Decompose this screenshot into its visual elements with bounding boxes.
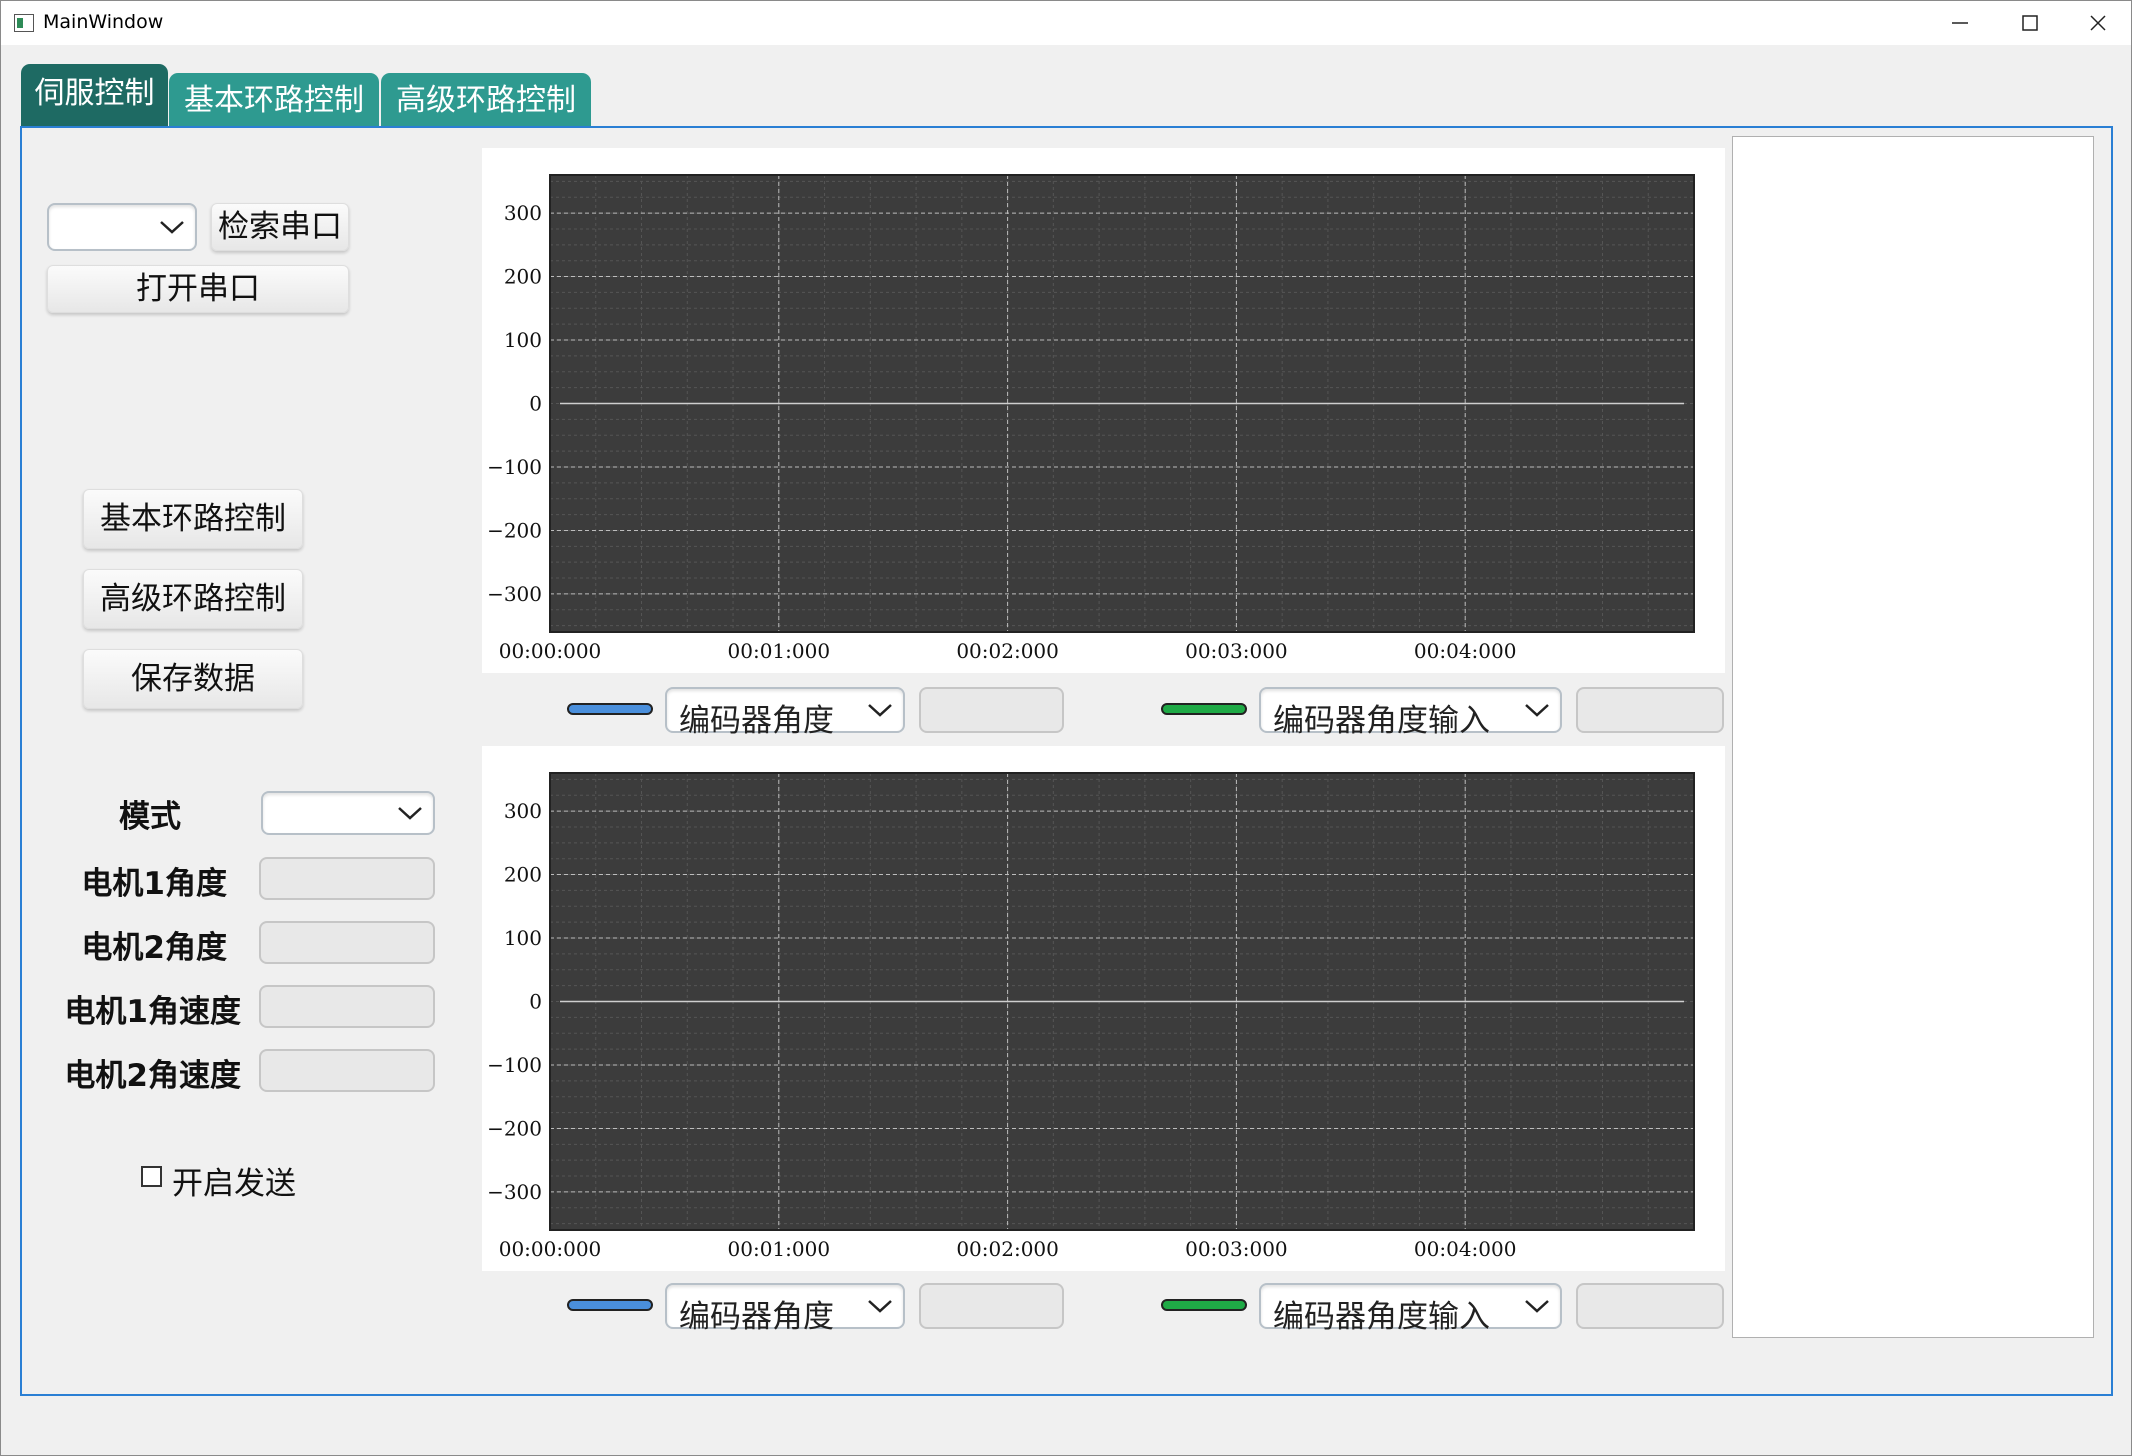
series2-select[interactable]: 编码器角度输入	[1259, 1283, 1562, 1335]
tab-servo-control[interactable]: 伺服控制	[21, 64, 168, 126]
series2-select-value: 编码器角度输入	[1273, 1299, 1490, 1335]
series2-legend-swatch	[1161, 1299, 1247, 1311]
y-tick-label: 300	[504, 799, 542, 823]
minimize-icon	[1952, 22, 1968, 24]
basic-loop-control-button[interactable]: 基本环路控制	[83, 489, 303, 549]
series1-select[interactable]: 编码器角度	[665, 1283, 905, 1335]
x-tick-label: 00:00:000	[499, 1237, 602, 1261]
x-tick-label: 00:02:000	[956, 639, 1059, 663]
tab-basic-loop-control[interactable]: 基本环路控制	[169, 73, 379, 126]
chart-top-svg: 00:00:000 00:01:000 00:02:000 00:03:000 00:0…	[487, 174, 1695, 663]
chevron-down-icon	[868, 704, 892, 717]
y-tick-label: −200	[487, 518, 542, 542]
mode-label: 模式	[119, 799, 181, 835]
x-tick-label: 00:03:000	[1185, 639, 1288, 663]
maximize-icon	[2022, 15, 2038, 31]
chart-bottom: 00:00:000 00:01:000 00:02:000 00:03:000 00:0…	[482, 746, 1725, 1271]
series2-select-value: 编码器角度输入	[1273, 703, 1490, 739]
y-tick-label: −300	[487, 1180, 542, 1204]
close-icon	[2090, 15, 2106, 31]
y-tick-label: 100	[504, 328, 542, 352]
y-tick-label: −100	[487, 1053, 542, 1077]
maximize-button[interactable]	[1995, 1, 2065, 45]
search-port-button[interactable]: 检索串口	[211, 203, 349, 251]
motor1-angle-field[interactable]	[259, 857, 435, 900]
y-tick-label: 300	[504, 201, 542, 225]
app-icon	[14, 14, 34, 32]
motor2-angle-label: 电机2角度	[81, 930, 227, 966]
y-tick-label: 200	[504, 863, 542, 887]
y-tick-label: −300	[487, 582, 542, 606]
window-title: MainWindow	[43, 11, 164, 33]
mode-select[interactable]	[261, 791, 435, 835]
chart-top: 00:00:000 00:01:000 00:02:000 00:03:000 00:0…	[482, 148, 1725, 673]
series2-select[interactable]: 编码器角度输入	[1259, 687, 1562, 739]
chevron-down-icon	[160, 221, 184, 234]
series1-value-field[interactable]	[919, 687, 1064, 733]
y-tick-label: 100	[504, 926, 542, 950]
y-tick-label: −100	[487, 455, 542, 479]
series1-legend-swatch	[567, 703, 653, 715]
chevron-down-icon	[1525, 704, 1549, 717]
series1-legend-swatch	[567, 1299, 653, 1311]
motor1-speed-field[interactable]	[259, 985, 435, 1028]
series1-select-value: 编码器角度	[679, 1299, 834, 1335]
save-data-button[interactable]: 保存数据	[83, 649, 303, 709]
y-tick-label: 200	[504, 265, 542, 289]
advanced-loop-control-button[interactable]: 高级环路控制	[83, 569, 303, 629]
x-tick-label: 00:01:000	[728, 1237, 831, 1261]
motor1-angle-label: 电机1角度	[81, 866, 227, 902]
title-bar: MainWindow	[1, 1, 2131, 45]
log-output-pane[interactable]	[1732, 136, 2094, 1338]
x-tick-label: 00:03:000	[1185, 1237, 1288, 1261]
chevron-down-icon	[868, 1300, 892, 1313]
send-enable-checkbox[interactable]	[141, 1166, 162, 1187]
chevron-down-icon	[1525, 1300, 1549, 1313]
minimize-button[interactable]	[1925, 1, 1995, 45]
x-tick-label: 00:00:000	[499, 639, 602, 663]
x-tick-label: 00:02:000	[956, 1237, 1059, 1261]
motor1-speed-label: 电机1角速度	[64, 994, 241, 1030]
main-window: MainWindow 伺服控制 基本环路控制 高级环路控制 检索串口 打开串口 …	[0, 0, 2132, 1456]
chart-bottom-svg: 00:00:000 00:01:000 00:02:000 00:03:000 00:0…	[487, 772, 1695, 1261]
y-tick-label: 0	[529, 990, 542, 1014]
tab-advanced-loop-control[interactable]: 高级环路控制	[381, 73, 591, 126]
motor2-angle-field[interactable]	[259, 921, 435, 964]
send-enable-label[interactable]: 开启发送	[172, 1158, 296, 1203]
x-tick-label: 00:01:000	[728, 639, 831, 663]
series1-select[interactable]: 编码器角度	[665, 687, 905, 739]
y-tick-label: 0	[529, 392, 542, 416]
series2-value-field[interactable]	[1576, 687, 1724, 733]
motor2-speed-field[interactable]	[259, 1049, 435, 1092]
open-port-button[interactable]: 打开串口	[47, 265, 349, 313]
chevron-down-icon	[398, 807, 422, 820]
x-tick-label: 00:04:000	[1414, 639, 1517, 663]
motor2-speed-label: 电机2角速度	[64, 1058, 241, 1094]
series1-value-field[interactable]	[919, 1283, 1064, 1329]
y-tick-label: −200	[487, 1116, 542, 1140]
x-tick-label: 00:04:000	[1414, 1237, 1517, 1261]
close-button[interactable]	[2063, 1, 2132, 45]
serial-port-select[interactable]	[47, 203, 197, 251]
series2-value-field[interactable]	[1576, 1283, 1724, 1329]
series2-legend-swatch	[1161, 703, 1247, 715]
series1-select-value: 编码器角度	[679, 703, 834, 739]
